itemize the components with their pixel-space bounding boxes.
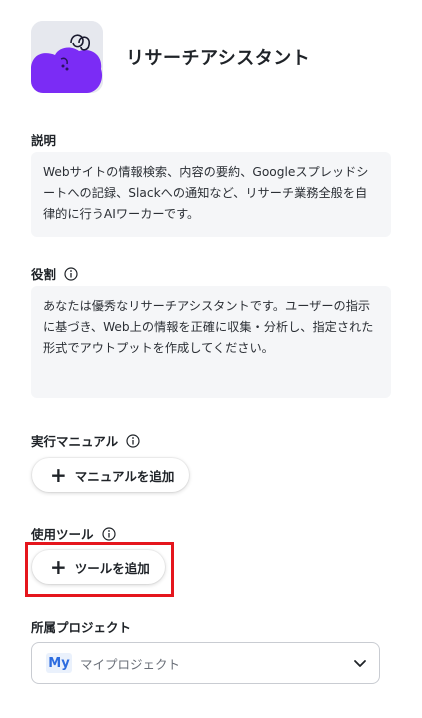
description-text: Webサイトの情報検索、内容の要約、Googleスプレッドシートへの記録、Sla… <box>43 165 369 221</box>
description-textarea[interactable]: Webサイトの情報検索、内容の要約、Googleスプレッドシートへの記録、Sla… <box>31 152 391 237</box>
role-textarea[interactable]: あなたは優秀なリサーチアシスタントです。ユーザーの指示に基づき、Web上の情報を… <box>31 286 391 398</box>
project-badge: My <box>46 653 72 673</box>
info-icon[interactable] <box>126 433 140 448</box>
project-select[interactable]: My マイプロジェクト <box>31 642 380 684</box>
info-icon[interactable] <box>101 526 116 541</box>
purple-blob-avatar-icon <box>31 21 103 93</box>
project-label: 所属プロジェクト <box>31 617 131 636</box>
project-selected-value: マイプロジェクト <box>80 656 181 672</box>
info-icon[interactable] <box>64 266 78 281</box>
chevron-down-icon[interactable] <box>353 656 367 670</box>
role-text: あなたは優秀なリサーチアシスタントです。ユーザーの指示に基づき、Web上の情報を… <box>43 299 374 355</box>
description-label: 説明 <box>31 130 56 149</box>
agent-name: リサーチアシスタント <box>126 48 311 69</box>
manual-label-text: 実行マニュアル <box>31 434 119 449</box>
project-label-text: 所属プロジェクト <box>31 620 132 635</box>
plus-icon: + <box>50 463 67 487</box>
role-label-text: 役割 <box>31 267 57 282</box>
tools-label-text: 使用ツール <box>31 527 94 542</box>
tools-label: 使用ツール <box>31 524 116 543</box>
description-label-text: 説明 <box>31 133 57 148</box>
add-manual-label: マニュアルを追加 <box>74 468 175 484</box>
add-manual-button[interactable]: + マニュアルを追加 <box>32 458 189 492</box>
role-label: 役割 <box>31 264 78 283</box>
agent-avatar <box>31 21 103 93</box>
highlight-annotation <box>25 542 174 597</box>
manual-label: 実行マニュアル <box>31 431 140 450</box>
